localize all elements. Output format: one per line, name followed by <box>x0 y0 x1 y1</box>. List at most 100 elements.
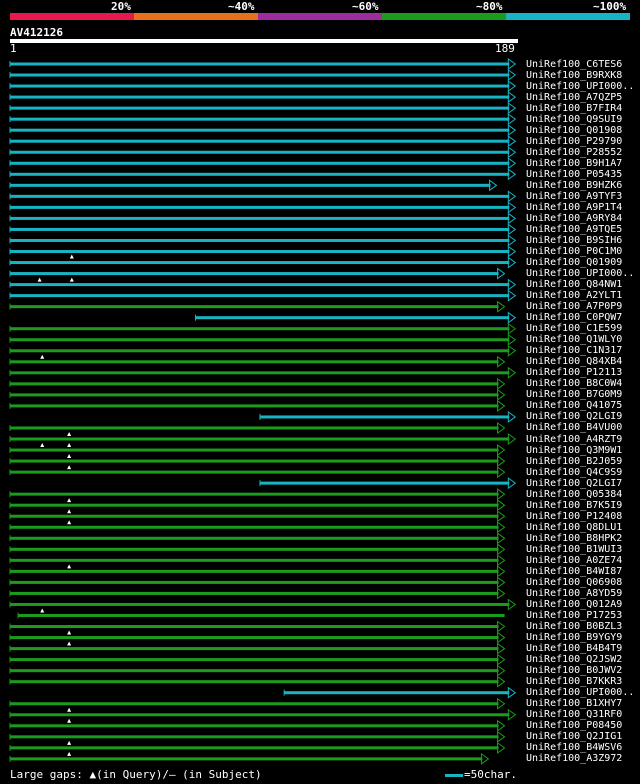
hit-name[interactable]: UniRef100_Q2LGI7 <box>526 478 622 489</box>
hit-alignment[interactable] <box>9 179 498 192</box>
hit-name[interactable]: UniRef100_P17253 <box>526 610 622 621</box>
hit-name[interactable]: UniRef100_A9P1T4 <box>526 202 622 213</box>
hit-alignment[interactable] <box>9 300 506 313</box>
hit-alignment[interactable] <box>9 510 506 525</box>
hit-name[interactable]: UniRef100_B7FIR4 <box>526 103 622 114</box>
hit-alignment[interactable] <box>9 730 506 745</box>
hit-alignment[interactable] <box>9 708 517 723</box>
hit-alignment[interactable] <box>9 289 517 302</box>
hit-name[interactable]: UniRef100_UPI000.. <box>526 687 634 698</box>
hit-name[interactable]: UniRef100_B1XHY7 <box>526 698 622 709</box>
hit-alignment[interactable] <box>17 612 505 619</box>
hit-name[interactable]: UniRef100_A8YD59 <box>526 588 622 599</box>
hit-alignment[interactable] <box>9 499 506 514</box>
hit-alignment[interactable] <box>9 333 517 346</box>
hit-name[interactable]: UniRef100_B4VU00 <box>526 422 622 433</box>
hit-alignment[interactable] <box>9 675 506 688</box>
hit-name[interactable]: UniRef100_Q31RF0 <box>526 709 622 720</box>
hit-alignment[interactable] <box>9 532 506 545</box>
hit-name[interactable]: UniRef100_C6TES6 <box>526 59 622 70</box>
hit-name[interactable]: UniRef100_B4WSV6 <box>526 742 622 753</box>
hit-alignment[interactable] <box>9 322 517 335</box>
hit-name[interactable]: UniRef100_C1E599 <box>526 323 622 334</box>
hit-alignment[interactable] <box>9 157 517 170</box>
hit-alignment[interactable] <box>9 377 506 390</box>
hit-alignment[interactable] <box>259 410 517 423</box>
hit-name[interactable]: UniRef100_B0BZL3 <box>526 621 622 632</box>
hit-name[interactable]: UniRef100_Q8DLU1 <box>526 522 622 533</box>
hit-name[interactable]: UniRef100_A9RY84 <box>526 213 622 224</box>
hit-name[interactable]: UniRef100_B4B4T9 <box>526 643 622 654</box>
hit-alignment[interactable] <box>9 399 506 412</box>
hit-alignment[interactable] <box>9 91 517 104</box>
hit-name[interactable]: UniRef100_B9HZK6 <box>526 180 622 191</box>
hit-name[interactable]: UniRef100_A2YLT1 <box>526 290 622 301</box>
hit-name[interactable]: UniRef100_A9TQE5 <box>526 224 622 235</box>
hit-alignment[interactable] <box>9 455 506 470</box>
hit-name[interactable]: UniRef100_P08450 <box>526 720 622 731</box>
hit-alignment[interactable] <box>9 355 506 368</box>
hit-name[interactable]: UniRef100_B2J059 <box>526 456 622 467</box>
hit-name[interactable]: UniRef100_B9H1A7 <box>526 158 622 169</box>
hit-alignment[interactable] <box>9 245 517 258</box>
hit-name[interactable]: UniRef100_B9YGY9 <box>526 632 622 643</box>
hit-alignment[interactable] <box>9 223 517 236</box>
hit-alignment[interactable] <box>9 444 506 459</box>
hit-name[interactable]: UniRef100_Q05384 <box>526 489 622 500</box>
hit-alignment[interactable] <box>9 254 517 269</box>
hit-alignment[interactable] <box>9 201 517 214</box>
hit-name[interactable]: UniRef100_B7K5I9 <box>526 500 622 511</box>
hit-alignment[interactable] <box>9 102 517 115</box>
hit-alignment[interactable] <box>9 168 517 181</box>
hit-alignment[interactable] <box>9 278 517 291</box>
hit-alignment[interactable] <box>9 388 506 401</box>
hit-alignment[interactable] <box>9 135 517 148</box>
hit-alignment[interactable] <box>9 697 506 712</box>
hit-name[interactable]: UniRef100_B8C0W4 <box>526 378 622 389</box>
hit-alignment[interactable] <box>9 752 490 765</box>
hit-name[interactable]: UniRef100_P12408 <box>526 511 622 522</box>
hit-name[interactable]: UniRef100_UPI000.. <box>526 268 634 279</box>
hit-name[interactable]: UniRef100_B1WUI3 <box>526 544 622 555</box>
hit-alignment[interactable] <box>9 631 506 646</box>
hit-alignment[interactable] <box>283 686 517 699</box>
hit-alignment[interactable] <box>9 664 506 677</box>
hit-name[interactable]: UniRef100_Q01909 <box>526 257 622 268</box>
hit-name[interactable]: UniRef100_Q9SUI9 <box>526 114 622 125</box>
hit-name[interactable]: UniRef100_B7KKR3 <box>526 676 622 687</box>
hit-alignment[interactable] <box>9 422 506 436</box>
hit-name[interactable]: UniRef100_B8HPK2 <box>526 533 622 544</box>
hit-name[interactable]: UniRef100_B9RXK8 <box>526 70 622 81</box>
hit-alignment[interactable] <box>9 642 506 655</box>
hit-alignment[interactable] <box>9 344 517 359</box>
hit-name[interactable]: UniRef100_P05435 <box>526 169 622 180</box>
hit-alignment[interactable] <box>9 212 517 225</box>
hit-alignment[interactable] <box>9 69 517 82</box>
hit-alignment[interactable] <box>9 433 517 448</box>
hit-alignment[interactable] <box>9 190 517 203</box>
hit-name[interactable]: UniRef100_B9SIH6 <box>526 235 622 246</box>
hit-name[interactable]: UniRef100_Q2JIG1 <box>526 731 622 742</box>
hit-alignment[interactable] <box>9 741 506 756</box>
hit-alignment[interactable] <box>194 311 517 324</box>
hit-name[interactable]: UniRef100_P12113 <box>526 367 622 378</box>
hit-name[interactable]: UniRef100_Q41075 <box>526 400 622 411</box>
hit-alignment[interactable] <box>9 466 506 479</box>
hit-name[interactable]: UniRef100_UPI000.. <box>526 81 634 92</box>
hit-name[interactable]: UniRef100_Q06908 <box>526 577 622 588</box>
hit-alignment[interactable] <box>9 587 506 600</box>
hit-name[interactable]: UniRef100_A0ZE74 <box>526 555 622 566</box>
hit-alignment[interactable] <box>9 620 506 635</box>
hit-name[interactable]: UniRef100_Q012A9 <box>526 599 622 610</box>
hit-name[interactable]: UniRef100_A4RZT9 <box>526 434 622 445</box>
hit-name[interactable]: UniRef100_P29790 <box>526 136 622 147</box>
hit-name[interactable]: UniRef100_B0JWV2 <box>526 665 622 676</box>
hit-name[interactable]: UniRef100_Q2JSW2 <box>526 654 622 665</box>
hit-alignment[interactable] <box>9 565 506 578</box>
hit-name[interactable]: UniRef100_B7G0M9 <box>526 389 622 400</box>
hit-alignment[interactable] <box>9 719 506 732</box>
hit-alignment[interactable] <box>9 488 506 503</box>
hit-name[interactable]: UniRef100_Q01908 <box>526 125 622 136</box>
hit-name[interactable]: UniRef100_Q1WLY0 <box>526 334 622 345</box>
hit-name[interactable]: UniRef100_Q2LGI9 <box>526 411 622 422</box>
